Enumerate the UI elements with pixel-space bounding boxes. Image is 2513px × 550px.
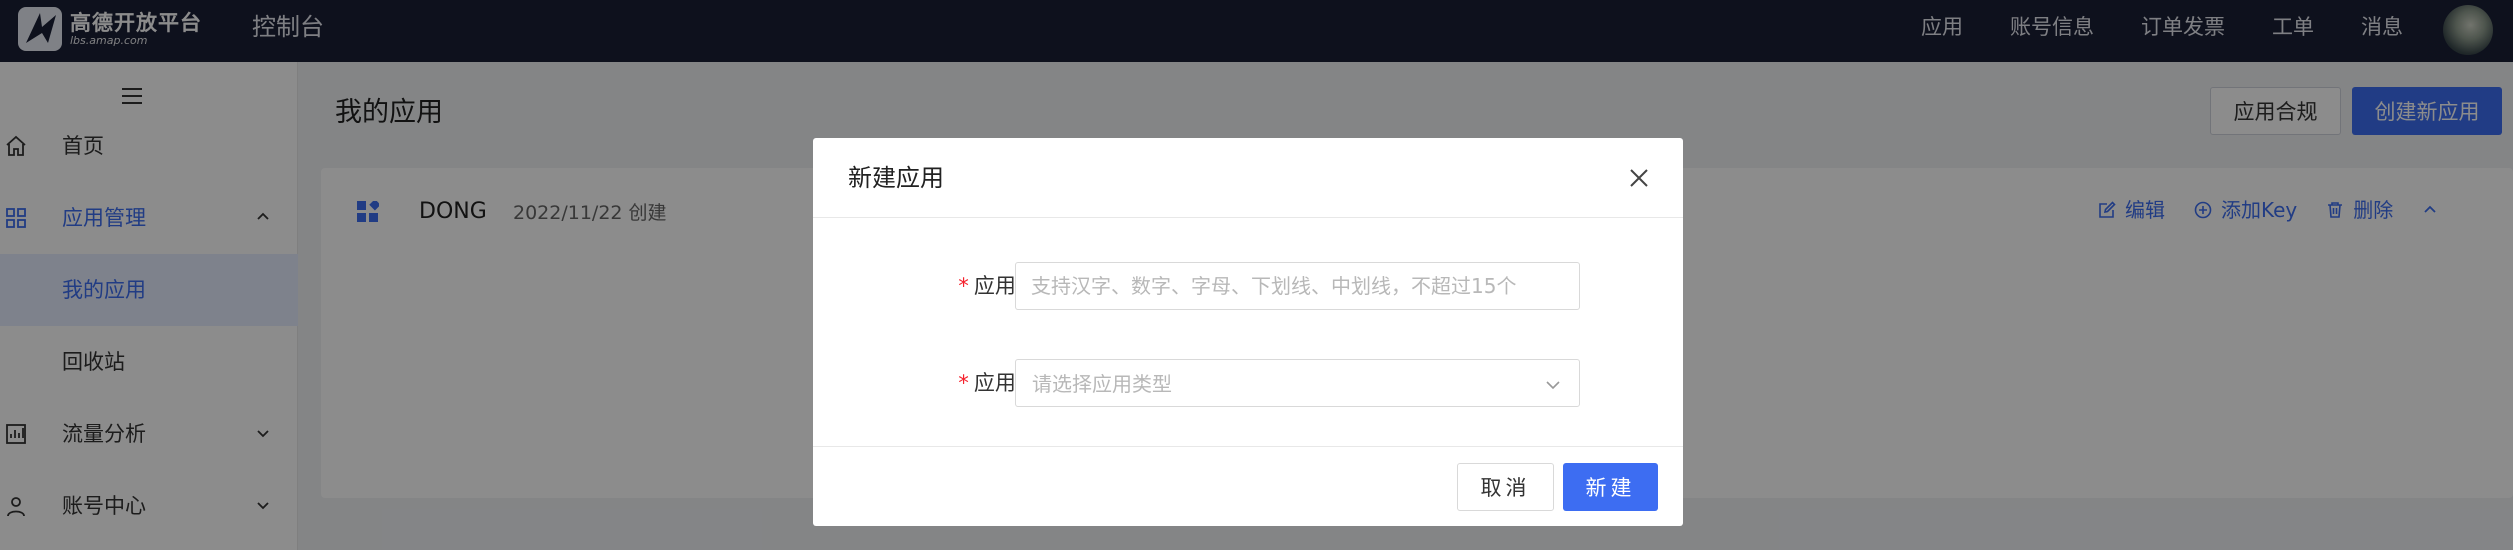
dialog-title: 新建应用 xyxy=(848,164,944,192)
dialog-footer: 取消 新建 xyxy=(813,446,1683,526)
app-name-input[interactable] xyxy=(1015,262,1580,310)
create-button[interactable]: 新建 xyxy=(1563,463,1658,511)
dialog-header: 新建应用 xyxy=(813,138,1683,218)
required-mark: * xyxy=(957,371,970,395)
app-name-row: *应用名称: xyxy=(813,262,1683,310)
app-type-row: *应用类型: 请选择应用类型 xyxy=(813,359,1683,407)
required-mark: * xyxy=(957,274,970,298)
app-type-select[interactable]: 请选择应用类型 xyxy=(1015,359,1580,407)
select-placeholder: 请选择应用类型 xyxy=(1032,372,1172,396)
close-icon[interactable] xyxy=(1629,168,1649,188)
chevron-down-icon xyxy=(1546,381,1560,390)
cancel-button[interactable]: 取消 xyxy=(1457,463,1554,511)
create-app-dialog: 新建应用 *应用名称: *应用类型: 请选择应用类型 取消 新建 xyxy=(813,138,1683,526)
